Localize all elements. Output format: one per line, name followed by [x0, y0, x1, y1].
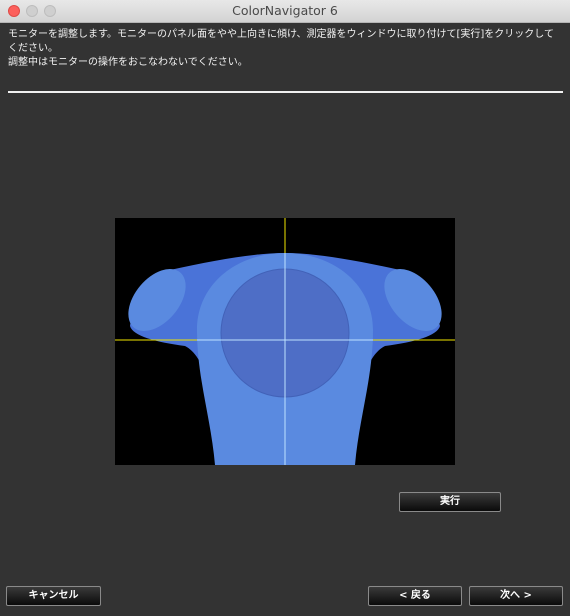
instructions: モニターを調整します。モニターのパネル面をやや上向きに傾け、測定器をウィンドウに… — [8, 28, 558, 70]
divider — [8, 91, 563, 93]
calibration-device-illustration — [115, 218, 455, 465]
execute-button[interactable]: 実行 — [399, 492, 501, 512]
title-bar: ColorNavigator 6 — [0, 0, 570, 23]
next-button[interactable]: 次へ > — [469, 586, 563, 606]
instruction-text: モニターを調整します。モニターのパネル面をやや上向きに傾け、測定器をウィンドウに… — [8, 29, 555, 54]
instruction-warning: 調整中はモニターの操作をおこなわないでください。 — [8, 57, 248, 68]
cancel-button[interactable]: キャンセル — [6, 586, 101, 606]
back-button[interactable]: < 戻る — [368, 586, 462, 606]
sensor-placement-preview — [115, 218, 455, 465]
window-title: ColorNavigator 6 — [232, 3, 338, 18]
